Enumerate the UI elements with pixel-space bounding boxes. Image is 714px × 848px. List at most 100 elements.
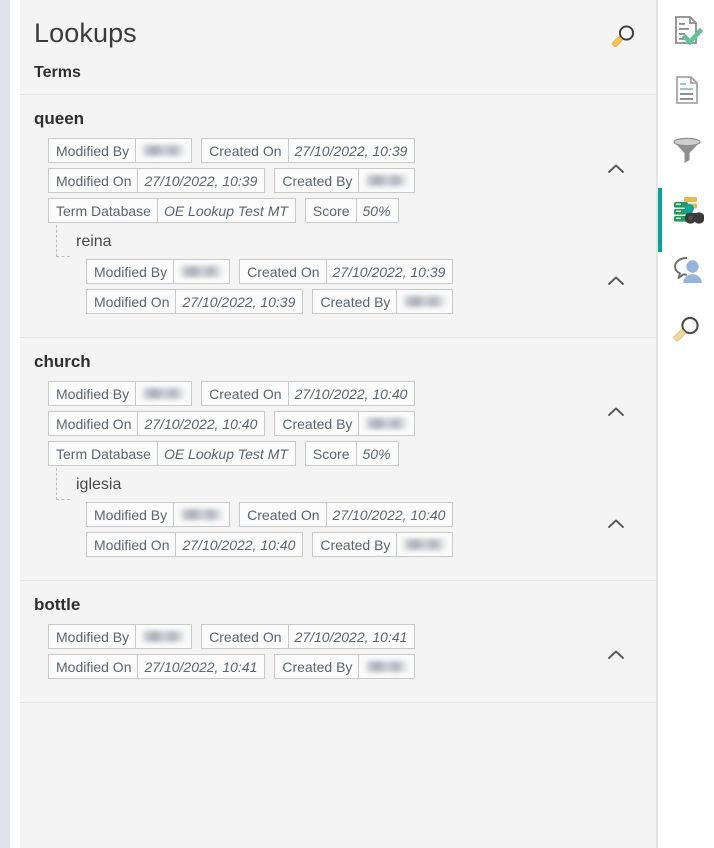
property-chip-value-redacted [135, 139, 192, 162]
property-chip[interactable]: Modified On 27/10/2022, 10:41 [48, 654, 266, 679]
property-chip-value: 27/10/2022, 10:40 [137, 412, 264, 435]
synonym-name[interactable]: reina [72, 233, 656, 251]
property-chip-value: 27/10/2022, 10:39 [287, 139, 415, 162]
property-chip[interactable]: Score 50% [304, 441, 399, 466]
property-chip[interactable]: Modified By [48, 138, 193, 163]
property-chip-key: Modified On [94, 293, 170, 310]
property-chip-key: Modified On [56, 658, 132, 675]
property-chip[interactable]: Modified By [86, 502, 231, 527]
comment-user-icon [670, 253, 704, 287]
rail-item-search[interactable] [658, 300, 714, 360]
synonym-properties: Modified By Created On 27/10/2022, 10:39 Mo… [72, 259, 656, 314]
property-chip-value: OE Lookup Test MT [156, 442, 295, 465]
term-collapse-chevron-up-icon[interactable] [604, 643, 628, 667]
synonym-property-row: Modified On 27/10/2022, 10:39 Created By [86, 289, 656, 314]
synonym-property-row: Modified By Created On 27/10/2022, 10:40 [86, 502, 656, 527]
property-chip[interactable]: Created On 27/10/2022, 10:40 [239, 502, 454, 527]
property-chip-key: Score [312, 202, 350, 219]
terms-section-label: Terms [34, 64, 81, 81]
synonym-property-row: Modified By Created On 27/10/2022, 10:39 [86, 259, 656, 284]
term-properties: Modified By Created On 27/10/2022, 10:40 Mo… [20, 381, 656, 466]
property-chip-key: Modified On [56, 415, 132, 432]
tree-connector-line [56, 225, 70, 257]
property-chip-key: Created On [209, 628, 282, 645]
term-divider [20, 702, 656, 703]
property-chip-key: Created By [282, 172, 353, 189]
term-property-row: Modified By Created On 27/10/2022, 10:41 [48, 624, 656, 649]
property-chip-value: 27/10/2022, 10:39 [137, 169, 264, 192]
synonym-collapse-chevron-up-icon[interactable] [604, 269, 628, 293]
property-chip-key: Created On [247, 263, 320, 280]
property-chip[interactable]: Modified On 27/10/2022, 10:39 [86, 289, 304, 314]
property-chip[interactable]: Created By [274, 411, 416, 436]
property-chip-value: 27/10/2022, 10:39 [325, 260, 453, 283]
term-property-row: Modified On 27/10/2022, 10:39 Created By [48, 168, 656, 193]
rail-item-lookups[interactable] [658, 180, 714, 252]
property-chip[interactable]: Modified By [86, 259, 231, 284]
property-chip[interactable]: Created By [312, 289, 454, 314]
term-property-row: Modified On 27/10/2022, 10:41 Created By [48, 654, 656, 679]
property-chip-key: Modified By [56, 628, 130, 645]
property-chip-value: 27/10/2022, 10:40 [287, 382, 415, 405]
term-property-row: Modified By Created On 27/10/2022, 10:40 [48, 381, 656, 406]
property-chip[interactable]: Modified On 27/10/2022, 10:39 [48, 168, 266, 193]
property-chip-value: 27/10/2022, 10:40 [175, 533, 302, 556]
synonym-name[interactable]: iglesia [72, 476, 656, 494]
property-chip-value-redacted [135, 625, 192, 648]
term-collapse-chevron-up-icon[interactable] [604, 400, 628, 424]
property-chip-value-redacted [173, 260, 230, 283]
property-chip[interactable]: Created On 27/10/2022, 10:39 [239, 259, 454, 284]
term-property-row: Modified On 27/10/2022, 10:40 Created By [48, 411, 656, 436]
term-property-row: Term Database OE Lookup Test MT Score 50% [48, 198, 656, 223]
search-icon[interactable] [608, 22, 638, 52]
rail-item-comments[interactable] [658, 240, 714, 300]
property-chip-key: Created By [282, 658, 353, 675]
term-group: queen Modified By Created On 27/10/2022, 10… [20, 95, 656, 337]
property-chip[interactable]: Modified By [48, 381, 193, 406]
property-chip[interactable]: Created On 27/10/2022, 10:40 [201, 381, 416, 406]
property-chip[interactable]: Modified On 27/10/2022, 10:40 [86, 532, 304, 557]
property-chip-value: 27/10/2022, 10:41 [287, 625, 415, 648]
property-chip[interactable]: Created On 27/10/2022, 10:41 [201, 624, 416, 649]
synonym-block: iglesia Modified By Created On 27/10/2022, … [20, 468, 656, 557]
search-magnifier-icon [670, 313, 704, 347]
term-name[interactable]: queen [20, 109, 656, 129]
property-chip[interactable]: Modified On 27/10/2022, 10:40 [48, 411, 266, 436]
property-chip[interactable]: Term Database OE Lookup Test MT [48, 198, 296, 223]
property-chip-key: Term Database [56, 445, 151, 462]
property-chip-value-redacted [396, 290, 453, 313]
rail-item-document-check[interactable] [658, 0, 714, 60]
rail-item-document-text[interactable] [658, 60, 714, 120]
synonym-block: reina Modified By Created On 27/10/2022, 10… [20, 225, 656, 314]
property-chip[interactable]: Created By [274, 168, 416, 193]
property-chip[interactable]: Created By [312, 532, 454, 557]
property-chip[interactable]: Created By [274, 654, 416, 679]
notification-badge-dot [684, 204, 694, 213]
terminology-lookup-icon [670, 193, 705, 227]
rail-item-filter[interactable] [658, 120, 714, 180]
property-chip[interactable]: Term Database OE Lookup Test MT [48, 441, 296, 466]
property-chip-key: Score [312, 445, 350, 462]
property-chip-value: 50% [355, 199, 398, 222]
term-properties: Modified By Created On 27/10/2022, 10:41 Mo… [20, 624, 656, 679]
property-chip-key: Created By [320, 293, 391, 310]
property-chip-value-redacted [173, 503, 230, 526]
property-chip-value: 50% [355, 442, 398, 465]
term-name[interactable]: church [20, 352, 656, 372]
property-chip[interactable]: Modified By [48, 624, 193, 649]
lookups-window: Lookups Terms queen Modified By Created On… [0, 0, 714, 848]
document-check-icon [670, 13, 704, 47]
term-property-row: Modified By Created On 27/10/2022, 10:39 [48, 138, 656, 163]
term-collapse-chevron-up-icon[interactable] [604, 157, 628, 181]
property-chip-value: 27/10/2022, 10:39 [175, 290, 302, 313]
property-chip-key: Created On [209, 385, 282, 402]
property-chip[interactable]: Score 50% [304, 198, 399, 223]
term-name[interactable]: bottle [20, 595, 656, 615]
property-chip-key: Modified On [94, 536, 170, 553]
synonym-properties: Modified By Created On 27/10/2022, 10:40 Mo… [72, 502, 656, 557]
property-chip-value-redacted [358, 169, 415, 192]
term-properties: Modified By Created On 27/10/2022, 10:39 Mo… [20, 138, 656, 223]
property-chip[interactable]: Created On 27/10/2022, 10:39 [201, 138, 416, 163]
terms-list: queen Modified By Created On 27/10/2022, 10… [20, 95, 656, 703]
synonym-collapse-chevron-up-icon[interactable] [604, 512, 628, 536]
